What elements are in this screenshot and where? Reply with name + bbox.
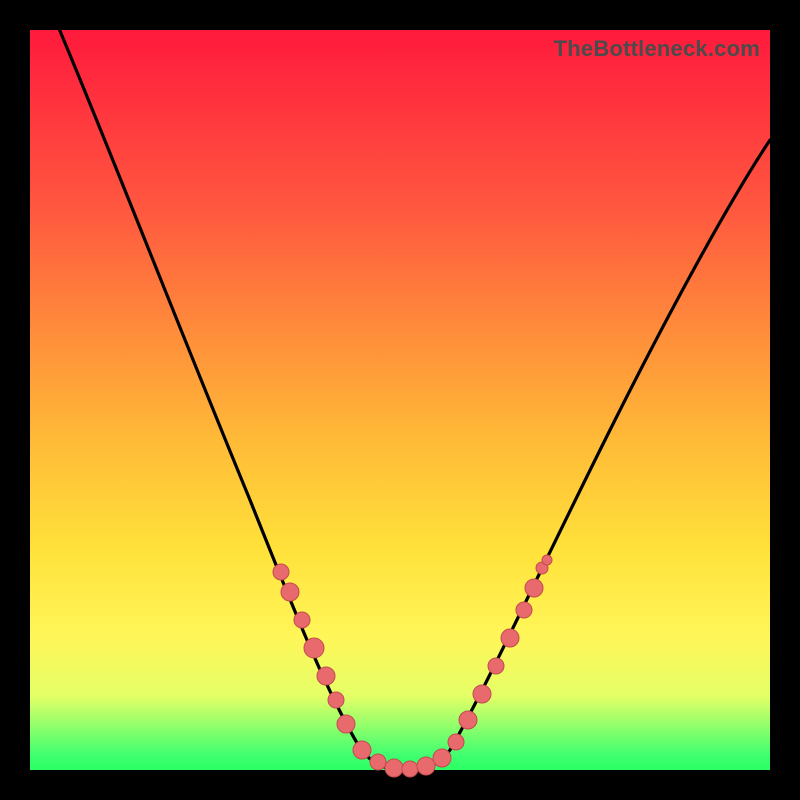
marker-dot	[516, 602, 532, 618]
marker-dot	[525, 579, 543, 597]
marker-dot	[281, 583, 299, 601]
marker-dot	[448, 734, 464, 750]
bottleneck-curve	[30, 30, 770, 770]
marker-dot	[370, 754, 386, 770]
curve-path	[60, 30, 770, 770]
marker-dot	[459, 711, 477, 729]
markers-left	[273, 564, 355, 733]
marker-dot	[402, 761, 418, 777]
marker-dot	[542, 555, 552, 565]
marker-dot	[353, 741, 371, 759]
marker-dot	[304, 638, 324, 658]
marker-dot	[294, 612, 310, 628]
chart-frame: TheBottleneck.com	[0, 0, 800, 800]
marker-dot	[417, 757, 435, 775]
marker-dot	[317, 667, 335, 685]
marker-dot	[273, 564, 289, 580]
marker-dot	[488, 658, 504, 674]
marker-dot	[328, 692, 344, 708]
markers-right	[459, 555, 552, 729]
marker-dot	[385, 759, 403, 777]
marker-dot	[433, 749, 451, 767]
markers-bottom	[353, 734, 464, 777]
marker-dot	[337, 715, 355, 733]
marker-dot	[473, 685, 491, 703]
plot-area: TheBottleneck.com	[30, 30, 770, 770]
marker-dot	[501, 629, 519, 647]
